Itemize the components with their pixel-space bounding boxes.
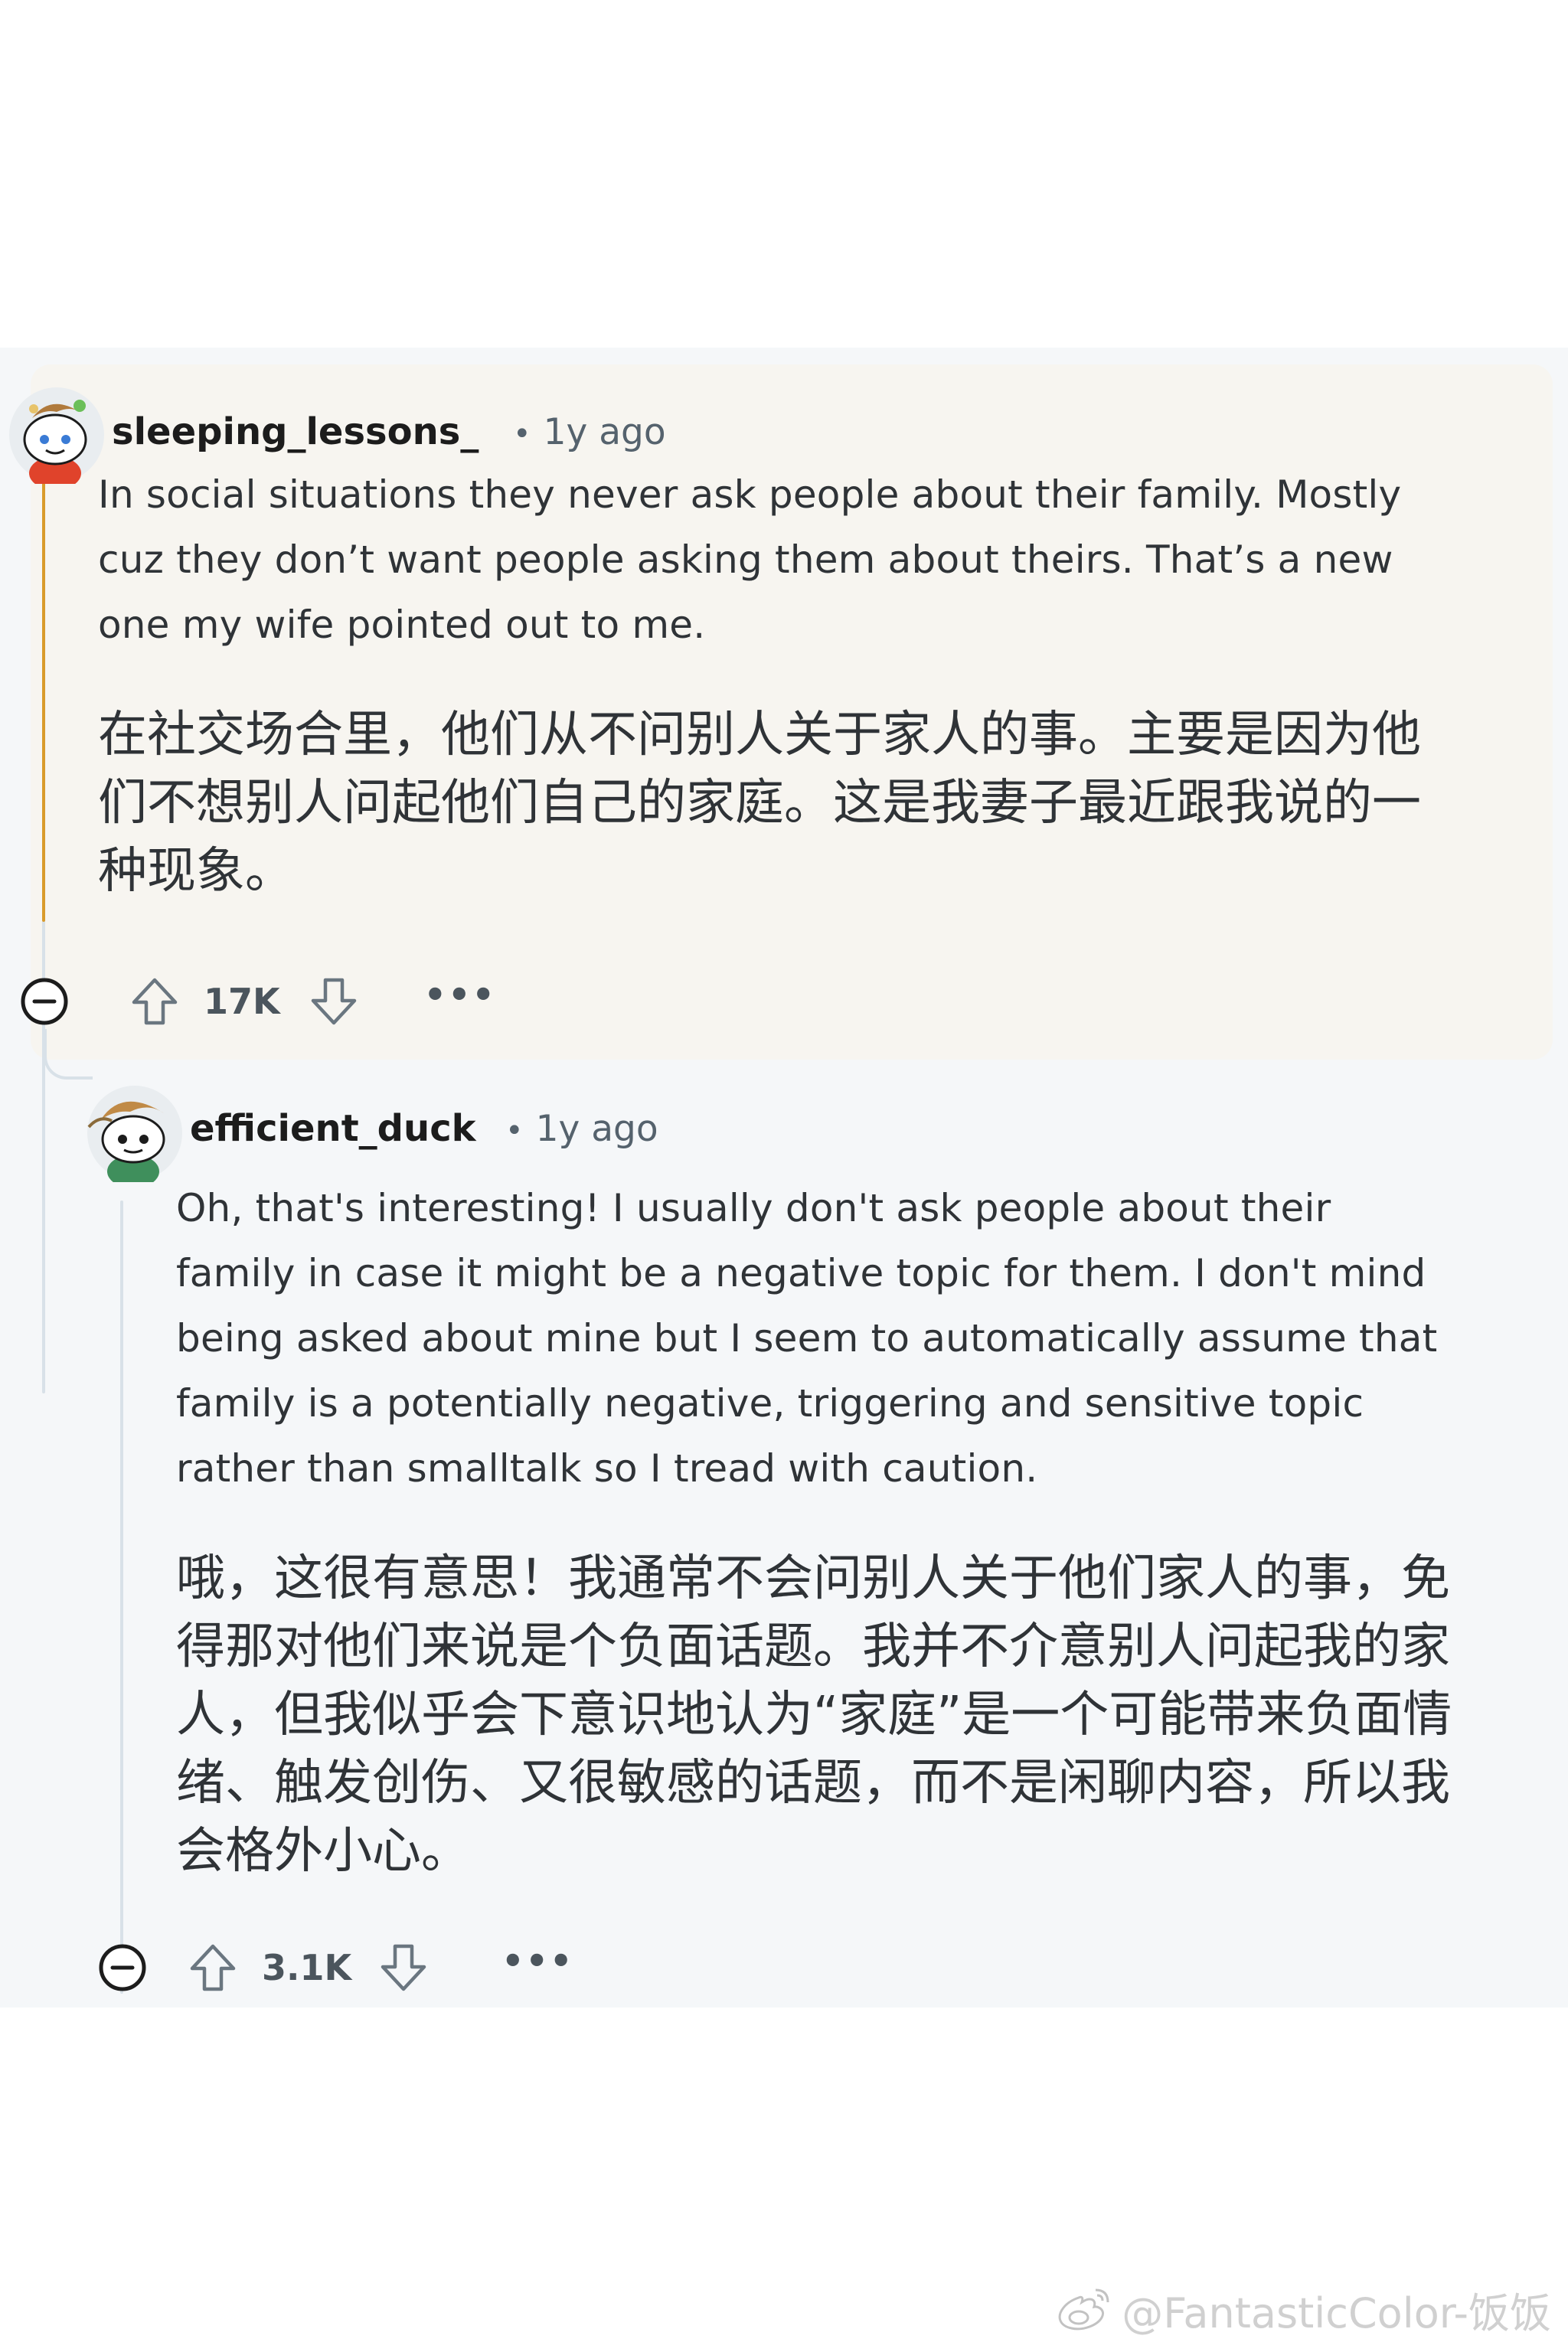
- reply-thread-line[interactable]: [120, 1200, 123, 1994]
- collapse-minus-icon: [21, 978, 68, 1025]
- more-options-icon[interactable]: •••: [501, 1943, 573, 1990]
- downvote-arrow-icon: [311, 978, 356, 1025]
- username[interactable]: efficient_duck: [190, 1107, 476, 1150]
- body-line: 绪、触发创伤、又很敏感的话题，而不是闲聊内容，所以我: [176, 1755, 1450, 1811]
- body-line: 在社交场合里，他们从不问别人关于家人的事。主要是因为他: [98, 707, 1421, 763]
- vote-count: 3.1K: [262, 1947, 352, 1988]
- user-avatar[interactable]: [6, 383, 107, 490]
- collapse-button[interactable]: [20, 977, 69, 1026]
- comment-body-english: Oh, that's interesting! I usually don't …: [176, 1176, 1568, 1501]
- watermark: @FantasticColor-饭饭: [1056, 2278, 1551, 2340]
- body-line: family in case it might be a negative to…: [176, 1251, 1426, 1295]
- comment-body-english: In social situations they never ask peop…: [98, 462, 1553, 658]
- body-line: 们不想别人问起他们自己的家庭。这是我妻子最近跟我说的一: [98, 775, 1421, 831]
- comment-body-chinese: 在社交场合里，他们从不问别人关于家人的事。主要是因为他 们不想别人问起他们自己的…: [98, 701, 1421, 906]
- body-line: In social situations they never ask peop…: [98, 472, 1402, 517]
- body-line: being asked about mine but I seem to aut…: [176, 1316, 1438, 1361]
- snoo-avatar-icon: [9, 387, 104, 490]
- weibo-logo-icon: [1058, 2288, 1109, 2331]
- upvote-button[interactable]: [130, 976, 179, 1027]
- vote-count: 17K: [204, 981, 280, 1022]
- comment-meta: • 1y ago: [513, 411, 666, 453]
- username[interactable]: sleeping_lessons_: [112, 410, 479, 453]
- upvote-arrow-icon: [190, 1944, 236, 1991]
- body-line: cuz they don’t want people asking them a…: [98, 537, 1393, 582]
- user-avatar[interactable]: [84, 1081, 185, 1188]
- more-options-icon[interactable]: •••: [424, 977, 496, 1024]
- upvote-arrow-icon: [132, 978, 178, 1025]
- body-line: Oh, that's interesting! I usually don't …: [176, 1186, 1331, 1230]
- comment-body-chinese: 哦，这很有意思！我通常不会问别人关于他们家人的事，免 得那对他们来说是个负面话题…: [176, 1545, 1452, 1886]
- body-line: rather than smalltalk so I tread with ca…: [176, 1446, 1038, 1491]
- body-line: 哦，这很有意思！我通常不会问别人关于他们家人的事，免: [176, 1550, 1450, 1607]
- snoo-avatar-icon: [87, 1086, 182, 1188]
- body-line: 人，但我似乎会下意识地认为“家庭”是一个可能带来负面情: [176, 1687, 1452, 1743]
- separator-dot: •: [513, 416, 531, 452]
- body-line: 种现象。: [98, 843, 294, 900]
- body-line: family is a potentially negative, trigge…: [176, 1381, 1364, 1426]
- timestamp: 1y ago: [535, 1108, 658, 1150]
- upvote-button[interactable]: [188, 1942, 237, 1993]
- body-line: 会格外小心。: [176, 1823, 470, 1880]
- body-line: 得那对他们来说是个负面话题。我并不介意别人问起我的家: [176, 1619, 1450, 1675]
- comment-meta: • 1y ago: [505, 1108, 658, 1150]
- watermark-text: @FantasticColor-饭饭: [1122, 2288, 1551, 2337]
- body-line: one my wife pointed out to me.: [98, 603, 706, 647]
- thread-line-highlight: [42, 447, 45, 922]
- comment-thread: sleeping_lessons_ • 1y ago In social situ…: [0, 348, 1568, 2007]
- collapse-button[interactable]: [98, 1943, 147, 1992]
- comment-actions: 3.1K •••: [98, 1937, 573, 1998]
- downvote-arrow-icon: [381, 1944, 426, 1991]
- comment-actions: 17K •••: [20, 971, 496, 1032]
- downvote-button[interactable]: [309, 976, 358, 1027]
- reply-connector-line: [44, 1029, 93, 1080]
- timestamp: 1y ago: [543, 411, 666, 453]
- downvote-button[interactable]: [379, 1942, 428, 1993]
- separator-dot: •: [505, 1113, 524, 1148]
- collapse-minus-icon: [99, 1944, 146, 1991]
